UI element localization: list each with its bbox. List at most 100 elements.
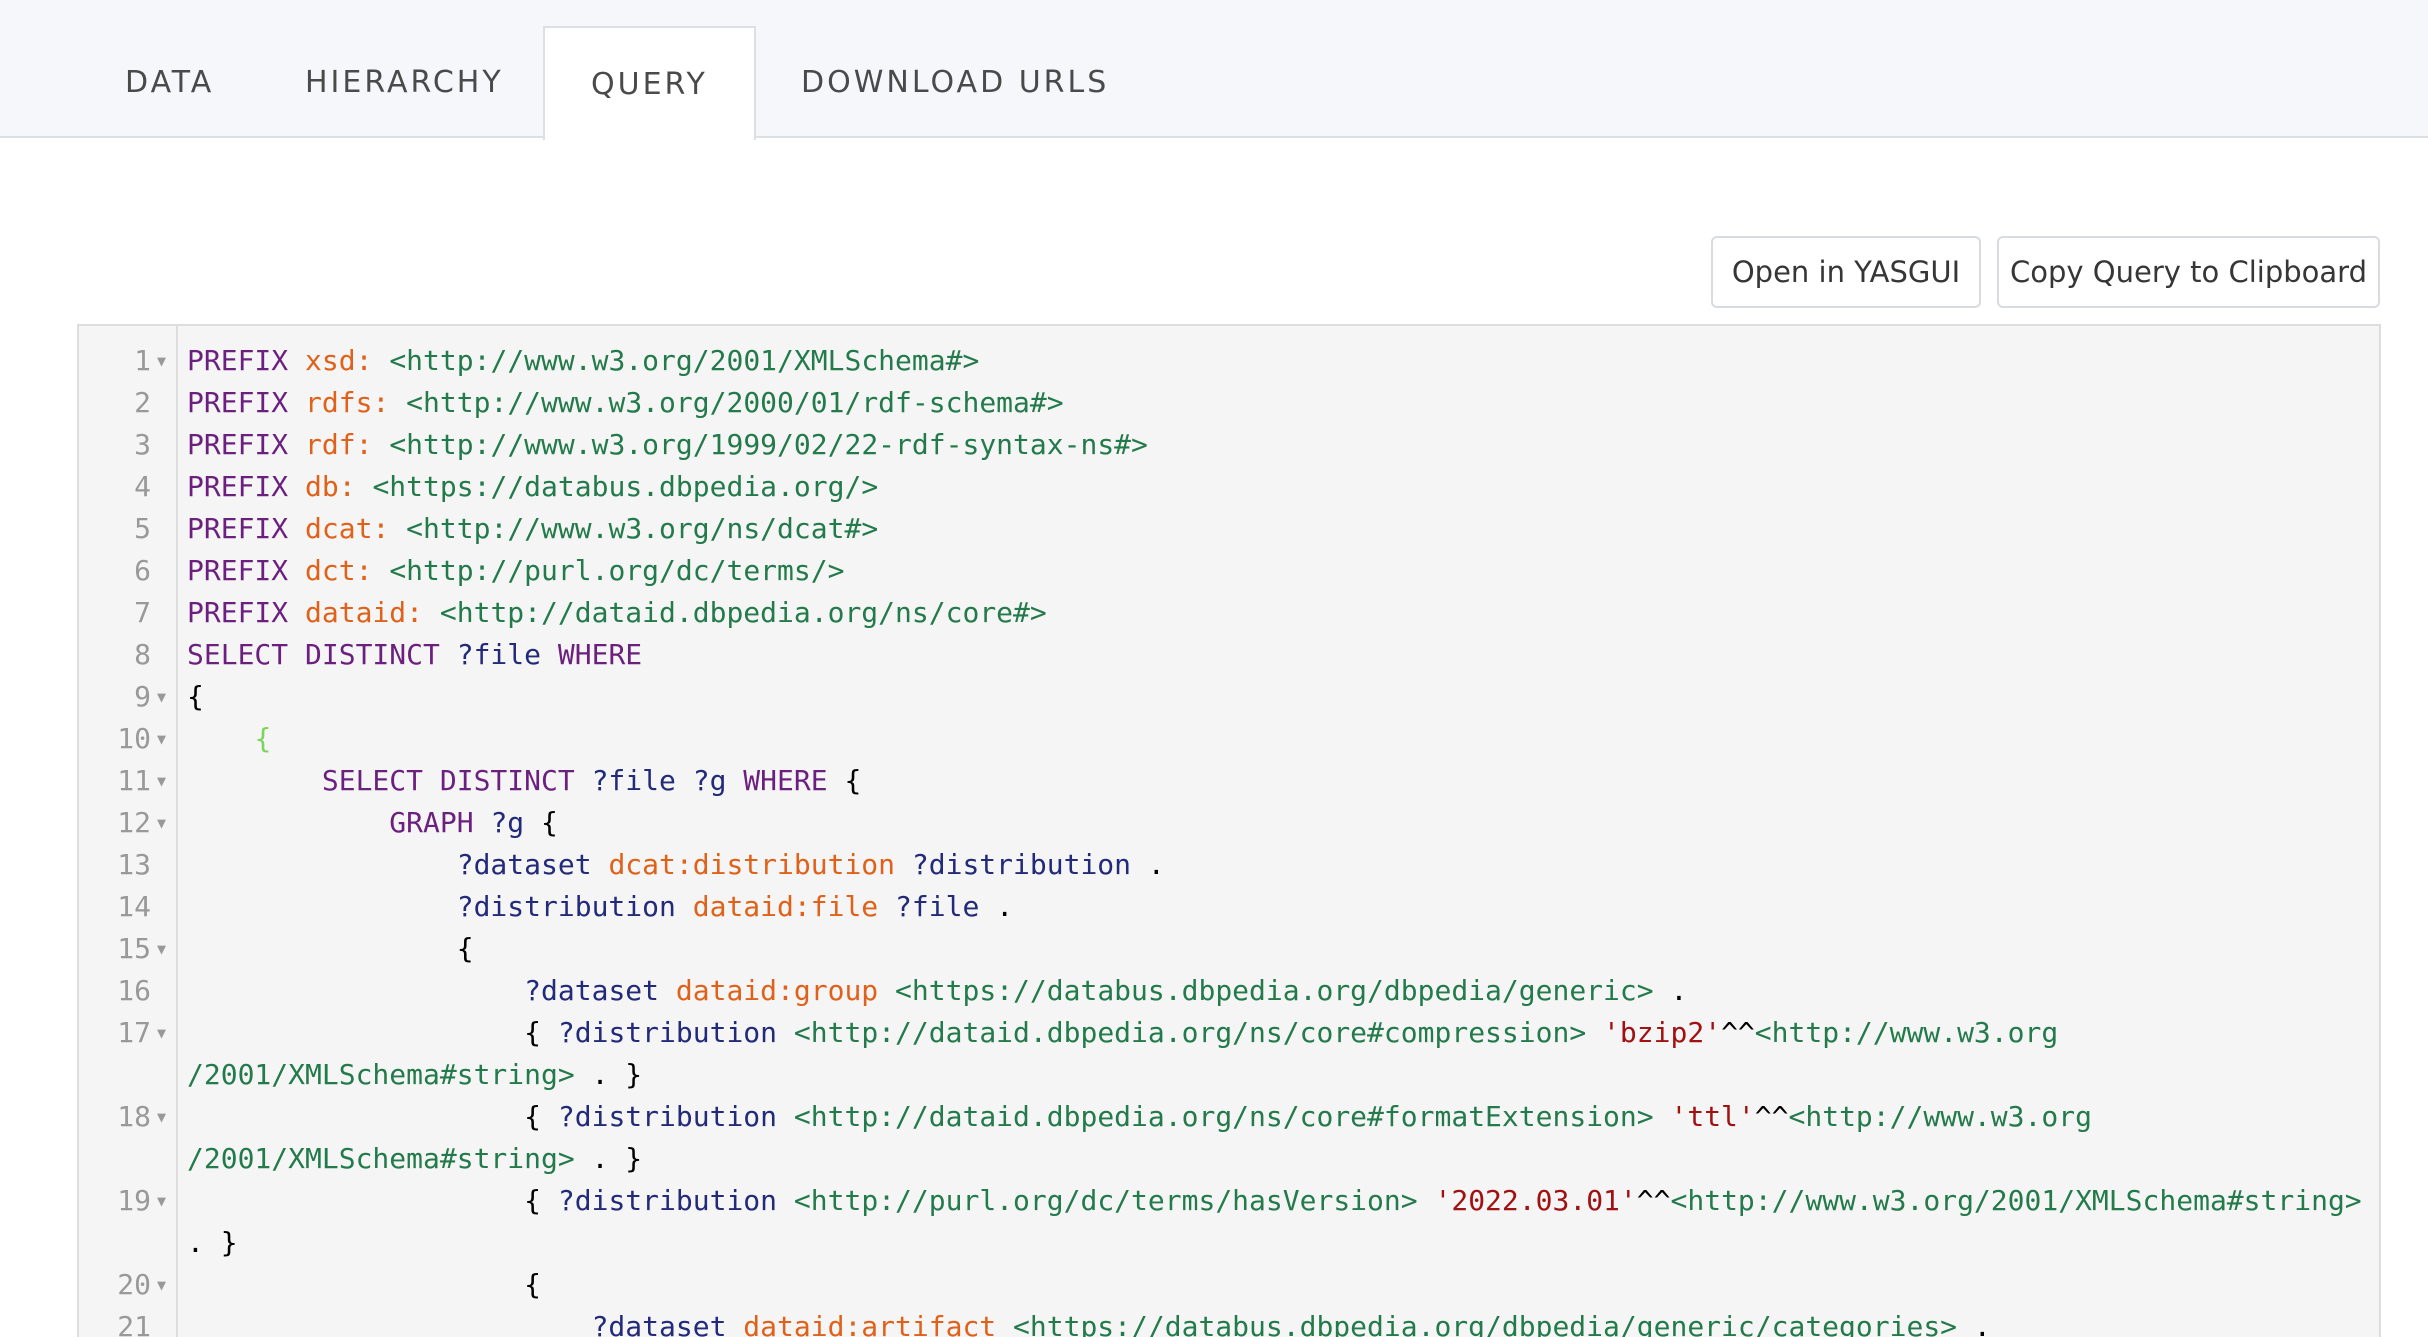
code-token: . [996, 890, 1014, 923]
code-text: { [187, 928, 2379, 970]
code-token: ^^ [1721, 1016, 1755, 1049]
code-text: ?distribution dataid:file ?file . [187, 886, 2379, 928]
code-text: PREFIX db: <https://databus.dbpedia.org/… [187, 466, 2379, 508]
code-line[interactable]: 9 ▼ { [79, 676, 2379, 718]
code-line[interactable]: 19 ▼ { ?distribution <http://purl.org/dc/… [79, 1180, 2379, 1264]
code-token: PREFIX [187, 428, 306, 461]
code-token: . [1147, 848, 1165, 881]
tab-bar: DATA HIERARCHY QUERY DOWNLOAD URLS [0, 0, 2428, 140]
fold-arrow-icon[interactable]: ▼ [157, 340, 166, 382]
code-token: PREFIX [187, 386, 306, 419]
line-number: 15 [117, 932, 151, 965]
code-token: <http://www.w3.org/1999/02/22-rdf-syntax… [389, 428, 1148, 461]
line-number: 4 [134, 470, 151, 503]
code-line[interactable]: 12 ▼ GRAPH ?g { [79, 802, 2379, 844]
code-line[interactable]: 15 ▼ { [79, 928, 2379, 970]
line-number: 19 [117, 1184, 151, 1217]
tab-query[interactable]: QUERY [543, 26, 756, 140]
code-token: . } [591, 1058, 643, 1091]
code-token: <http://dataid.dbpedia.org/ns/core#compr… [793, 1016, 1604, 1049]
code-text: { ?distribution <http://dataid.dbpedia.o… [187, 1012, 2379, 1054]
code-token: PREFIX [187, 596, 306, 629]
code-token: <https://databus.dbpedia.org/dbpedia/gen… [895, 974, 1671, 1007]
fold-arrow-icon[interactable]: ▼ [157, 1012, 166, 1054]
open-in-yasgui-button[interactable]: Open in YASGUI [1711, 236, 1981, 308]
code-token: ?file ?g [591, 764, 744, 797]
code-line[interactable]: 6 PREFIX dct: <http://purl.org/dc/terms/> [79, 550, 2379, 592]
code-line[interactable]: 20 ▼ { [79, 1264, 2379, 1306]
copy-query-button[interactable]: Copy Query to Clipboard [1997, 236, 2380, 308]
code-line[interactable]: 13 ?dataset dcat:distribution ?distribut… [79, 844, 2379, 886]
code-line[interactable]: 3 PREFIX rdf: <http://www.w3.org/1999/02/… [79, 424, 2379, 466]
code-text: { [187, 718, 2379, 760]
code-line[interactable]: 5 PREFIX dcat: <http://www.w3.org/ns/dcat… [79, 508, 2379, 550]
code-token: ^^ [1754, 1100, 1789, 1133]
code-line[interactable]: 17 ▼ { ?distribution <http://dataid.dbped… [79, 1012, 2379, 1096]
line-number: 13 [117, 848, 151, 881]
fold-arrow-icon[interactable]: ▼ [157, 718, 166, 760]
code-token: dct: [305, 554, 390, 587]
code-line[interactable]: 21 ?dataset dataid:artifact <https://dat… [79, 1306, 2379, 1337]
fold-arrow-icon[interactable]: ▼ [157, 1096, 166, 1138]
line-number: 2 [134, 386, 151, 419]
code-token: dcat: [305, 512, 407, 545]
code-token: xsd: [305, 344, 390, 377]
query-editor[interactable]: 1 ▼ PREFIX xsd: <http://www.w3.org/2001/XM… [77, 324, 2381, 1337]
code-text: SELECT DISTINCT ?file ?g WHERE { [187, 760, 2379, 802]
code-token: db: [305, 470, 373, 503]
fold-arrow-icon[interactable]: ▼ [157, 760, 166, 802]
code-text: ?dataset dataid:artifact <https://databu… [187, 1306, 2379, 1337]
code-line[interactable]: 11 ▼ SELECT DISTINCT ?file ?g WHERE { [79, 760, 2379, 802]
code-token: ?dataset [524, 974, 676, 1007]
code-token: SELECT DISTINCT [187, 638, 457, 671]
code-line[interactable]: 18 ▼ { ?distribution <http://dataid.dbped… [79, 1096, 2379, 1180]
code-token: PREFIX [187, 470, 306, 503]
code-token: <http://www.w3.org/2000/01/rdf-schema#> [406, 386, 1064, 419]
code-line[interactable]: 1 ▼ PREFIX xsd: <http://www.w3.org/2001/XM… [79, 340, 2379, 382]
tab-data[interactable]: DATA [125, 0, 214, 138]
code-token: <http://dataid.dbpedia.org/ns/core#> [439, 596, 1047, 629]
fold-arrow-icon[interactable]: ▼ [157, 928, 166, 970]
code-line[interactable]: 7 PREFIX dataid: <http://dataid.dbpedia.o… [79, 592, 2379, 634]
code-text: ?dataset dcat:distribution ?distribution… [187, 844, 2379, 886]
line-number: 20 [117, 1268, 151, 1301]
code-text: PREFIX xsd: <http://www.w3.org/2001/XMLS… [187, 340, 2379, 382]
code-token: . } [591, 1142, 643, 1175]
code-token: <https://databus.dbpedia.org/> [372, 470, 879, 503]
code-token: ?g [490, 806, 542, 839]
tab-download-urls[interactable]: DOWNLOAD URLS [801, 0, 1109, 138]
code-line[interactable]: 10 ▼ { [79, 718, 2379, 760]
code-lines[interactable]: 1 ▼ PREFIX xsd: <http://www.w3.org/2001/XM… [79, 340, 2379, 1337]
code-line[interactable]: 2 PREFIX rdfs: <http://www.w3.org/2000/01… [79, 382, 2379, 424]
code-token: ?dataset [456, 848, 609, 881]
code-token: { [187, 1184, 558, 1217]
code-token: dataid:group [675, 974, 896, 1007]
code-token: '2022.03.01' [1434, 1184, 1637, 1217]
line-number: 14 [117, 890, 151, 923]
code-token: rdf: [305, 428, 390, 461]
code-token: 'bzip2' [1603, 1016, 1722, 1049]
code-token: <http://dataid.dbpedia.org/ns/core#forma… [793, 1100, 1671, 1133]
tab-hierarchy[interactable]: HIERARCHY [305, 0, 504, 138]
fold-arrow-icon[interactable]: ▼ [157, 802, 166, 844]
code-token: PREFIX [187, 344, 306, 377]
code-line[interactable]: 8 SELECT DISTINCT ?file WHERE [79, 634, 2379, 676]
code-token: dcat:distribution [608, 848, 912, 881]
code-token: ?distribution [911, 848, 1148, 881]
code-text: { [187, 676, 2379, 718]
code-line[interactable]: 16 ?dataset dataid:group <https://databu… [79, 970, 2379, 1012]
fold-arrow-icon[interactable]: ▼ [157, 1180, 166, 1222]
fold-arrow-icon[interactable]: ▼ [157, 676, 166, 718]
code-text-wrapped: /2001/XMLSchema#string> . } [187, 1138, 2379, 1180]
fold-arrow-icon[interactable]: ▼ [157, 1264, 166, 1306]
code-token: . } [187, 1226, 238, 1259]
code-token: { [187, 1100, 558, 1133]
code-token: WHERE [743, 764, 845, 797]
code-line[interactable]: 4 PREFIX db: <https://databus.dbpedia.org… [79, 466, 2379, 508]
line-number: 11 [117, 764, 151, 797]
code-token: ?dataset [591, 1310, 744, 1337]
code-line[interactable]: 14 ?distribution dataid:file ?file . [79, 886, 2379, 928]
